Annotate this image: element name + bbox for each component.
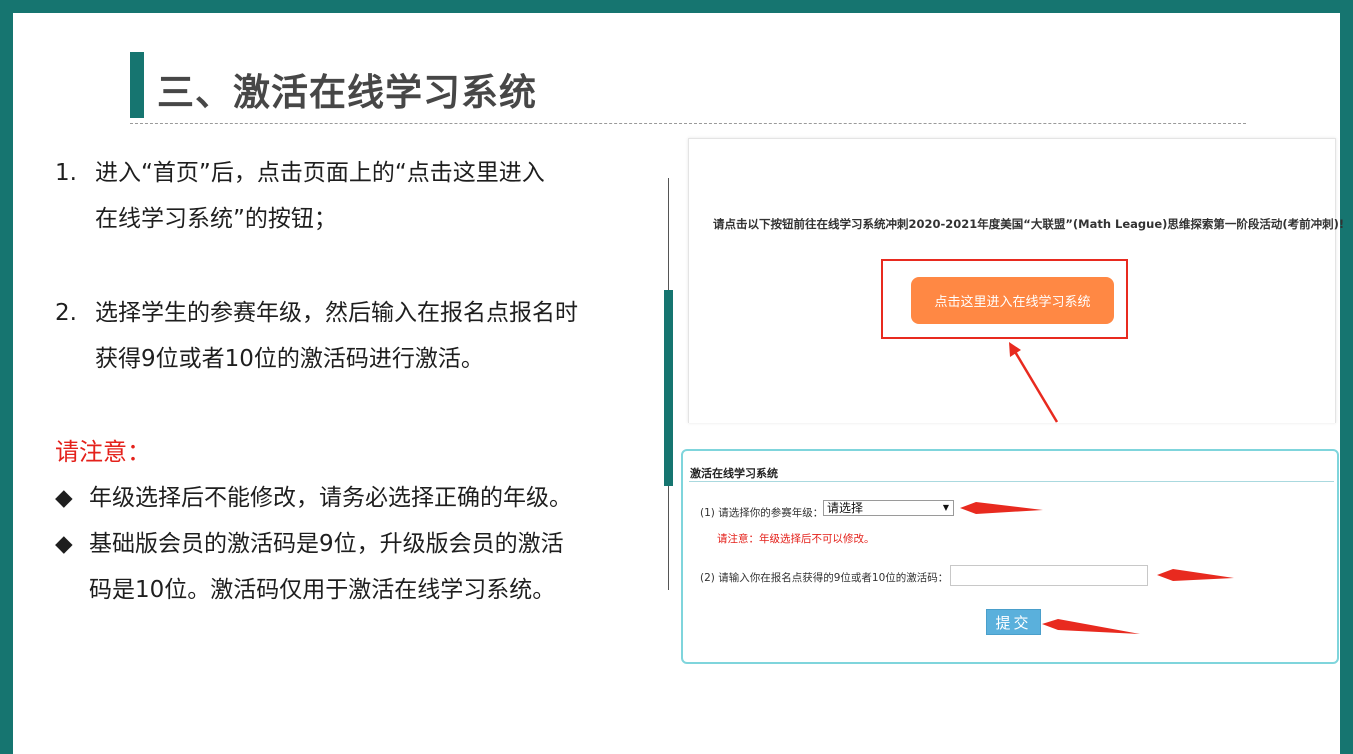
frame-top-border xyxy=(0,0,1353,13)
column-divider-accent xyxy=(664,290,673,486)
highlight-box xyxy=(881,259,1128,339)
bullet-text-line: 码是10位。激活码仅用于激活在线学习系统。 xyxy=(89,577,556,603)
homepage-prompt-text: 请点击以下按钮前往在线学习系统冲刺2020-2021年度美国“大联盟”(Math… xyxy=(713,217,1345,231)
grade-select-value: 请选择 xyxy=(827,501,864,515)
grade-label: (1) 请选择你的参赛年级： xyxy=(700,507,824,519)
bullet-text-line: 基础版会员的激活码是9位，升级版会员的激活 xyxy=(89,531,564,557)
notice-bullet-1: ◆ 年级选择后不能修改，请务必选择正确的年级。 xyxy=(55,475,645,521)
step-text-line: 获得9位或者10位的激活码进行激活。 xyxy=(95,346,484,372)
title-divider xyxy=(130,123,1246,124)
notice-bullet-2: ◆ 基础版会员的激活码是9位，升级版会员的激活 码是10位。激活码仅用于激活在线… xyxy=(55,521,645,613)
grade-select[interactable]: 请选择 ▼ xyxy=(823,500,954,516)
step-number: 2. xyxy=(55,300,77,326)
step-text-line: 选择学生的参赛年级，然后输入在报名点报名时 xyxy=(95,300,578,326)
activation-form-divider xyxy=(689,481,1334,482)
step-text-line: 进入“首页”后，点击页面上的“点击这里进入 xyxy=(95,160,545,186)
step-2: 2. 选择学生的参赛年级，然后输入在报名点报名时 获得9位或者10位的激活码进行… xyxy=(55,290,655,382)
frame-left-border xyxy=(0,0,13,754)
notice-heading: 请注意： xyxy=(55,438,151,466)
slide-title: 三、激活在线学习系统 xyxy=(157,71,537,114)
title-accent-bar xyxy=(130,52,144,118)
activation-form-screenshot: 激活在线学习系统 (1) 请选择你的参赛年级： 请选择 ▼ 请注意：年级选择后不… xyxy=(681,449,1339,664)
dropdown-caret-icon: ▼ xyxy=(942,503,949,512)
submit-button[interactable]: 提交 xyxy=(986,609,1041,635)
activation-form-title: 激活在线学习系统 xyxy=(690,467,778,480)
step-number: 1. xyxy=(55,160,77,186)
grade-warning: 请注意：年级选择后不可以修改。 xyxy=(717,533,875,545)
step-1: 1. 进入“首页”后，点击页面上的“点击这里进入 在线学习系统”的按钮； xyxy=(55,150,655,242)
bullet-text-line: 年级选择后不能修改，请务必选择正确的年级。 xyxy=(89,485,572,511)
step-text-line: 在线学习系统”的按钮； xyxy=(95,206,337,232)
diamond-bullet-icon: ◆ xyxy=(55,485,73,511)
code-label: (2) 请输入你在报名点获得的9位或者10位的激活码： xyxy=(700,572,949,584)
activation-code-input[interactable] xyxy=(950,565,1148,586)
frame-right-border xyxy=(1340,0,1353,754)
diamond-bullet-icon: ◆ xyxy=(55,531,73,557)
